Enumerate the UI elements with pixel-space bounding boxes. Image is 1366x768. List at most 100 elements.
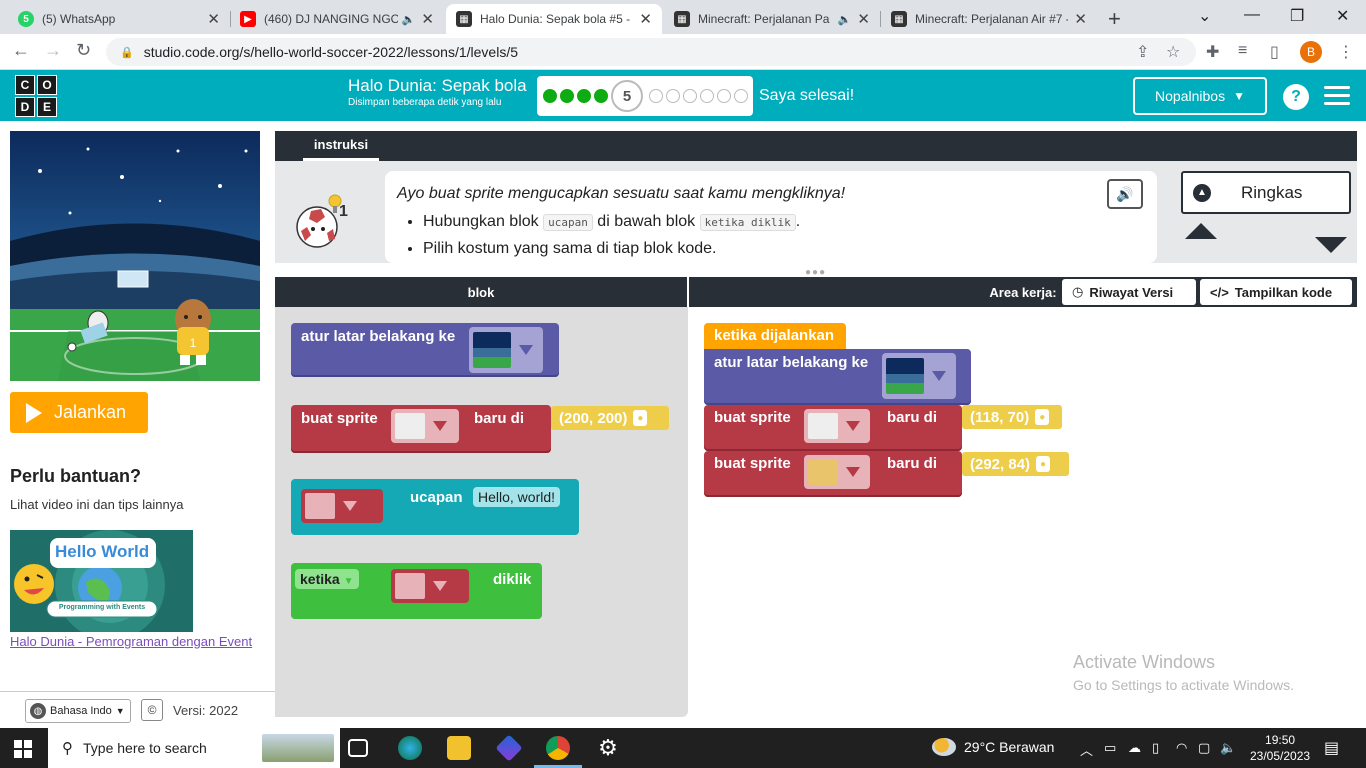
network-icon[interactable]: ▭ [1104, 740, 1116, 756]
side-panel-icon[interactable]: ▯ [1270, 42, 1279, 62]
level-dot-incomplete[interactable] [717, 89, 731, 103]
share-icon[interactable]: ⇪ [1136, 42, 1149, 62]
toolbox-block-set-background[interactable]: atur latar belakang ke [291, 323, 559, 377]
level-dot-complete[interactable] [543, 89, 557, 103]
chrome-icon[interactable] [546, 736, 570, 760]
copilot-icon[interactable] [495, 734, 523, 762]
user-menu-button[interactable]: Nopalnibos ▼ [1133, 77, 1267, 115]
level-dot-incomplete[interactable] [649, 89, 663, 103]
file-explorer-icon[interactable] [447, 736, 471, 760]
workspace-area[interactable]: ketika dijalankan atur latar belakang ke… [688, 307, 1357, 728]
sprite-dropdown[interactable] [301, 489, 383, 523]
tab-instruksi[interactable]: instruksi [303, 131, 379, 161]
position-field[interactable]: (292, 84) ● [962, 452, 1069, 476]
codeorg-logo[interactable]: C O D E [15, 75, 59, 117]
browser-menu-icon[interactable]: ⋮ [1338, 42, 1354, 62]
program-block-make-sprite-bear[interactable]: buat sprite baru di [704, 451, 962, 497]
program-block-make-sprite-zebra[interactable]: buat sprite baru di [704, 405, 962, 451]
location-pin-icon[interactable]: ● [1036, 456, 1051, 472]
speaker-icon[interactable]: 🔈 [402, 13, 416, 26]
close-window-button[interactable]: ✕ [1336, 6, 1349, 26]
browser-tab-halo-dunia[interactable]: ▦ Halo Dunia: Sepak bola #5 - ✕ [446, 4, 662, 34]
event-block-when-run[interactable]: ketika dijalankan [704, 323, 846, 349]
edge-browser-icon[interactable] [398, 736, 422, 760]
browser-tab-minecraft-1[interactable]: ▦ Minecraft: Perjalanan Pa 🔈 ✕ [664, 4, 880, 34]
help-button[interactable]: ? [1283, 84, 1309, 110]
forward-icon[interactable]: → [44, 40, 62, 61]
toolbox-block-when-clicked[interactable]: ketika ▼ diklik [291, 563, 542, 619]
battery-icon[interactable]: ▯ [1152, 740, 1159, 756]
close-tab-icon[interactable]: ✕ [1074, 10, 1087, 28]
background-dropdown[interactable] [882, 353, 956, 399]
wifi-icon[interactable]: ◠ [1176, 740, 1187, 756]
costume-dropdown[interactable] [804, 409, 870, 443]
costume-dropdown[interactable] [804, 455, 870, 489]
address-bar[interactable]: 🔒 studio.code.org/s/hello-world-soccer-2… [106, 38, 1196, 66]
language-select[interactable]: ◍ Bahasa Indo ▼ [25, 699, 131, 723]
hamburger-menu-icon[interactable] [1324, 86, 1350, 106]
restore-button[interactable]: ❐ [1290, 6, 1304, 26]
volume-icon[interactable]: 🔈 [1220, 740, 1236, 756]
onedrive-icon[interactable]: ☁ [1128, 740, 1141, 756]
level-dot-incomplete[interactable] [683, 89, 697, 103]
new-tab-button[interactable]: + [1108, 6, 1121, 32]
help-video-thumbnail[interactable]: Hello World Programming with Events [10, 530, 193, 632]
browser-tab-whatsapp[interactable]: 5 (5) WhatsApp ✕ [8, 4, 230, 34]
position-field[interactable]: (200, 200) ● [551, 406, 669, 430]
minimize-button[interactable]: — [1244, 6, 1260, 24]
scroll-up-icon[interactable] [1185, 223, 1217, 239]
profile-avatar[interactable]: B [1300, 41, 1322, 63]
say-text-field[interactable]: Hello, world! [473, 487, 561, 507]
version-history-button[interactable]: ◷ Riwayat Versi [1062, 279, 1196, 305]
video-link[interactable]: Halo Dunia - Pemrograman dengan Event [10, 633, 260, 651]
toolbox-block-say[interactable]: ucapan Hello, world! [291, 479, 579, 535]
browser-tab-minecraft-2[interactable]: ▦ Minecraft: Perjalanan Air #7 - ✕ [881, 4, 1097, 34]
position-field[interactable]: (118, 70) ● [962, 405, 1062, 429]
collapse-instructions-button[interactable]: ▲ Ringkas [1181, 171, 1351, 214]
program-block-set-background[interactable]: atur latar belakang ke [704, 349, 971, 405]
toolbox-block-make-sprite[interactable]: buat sprite baru di [291, 405, 551, 453]
notifications-icon[interactable]: ▤ [1324, 738, 1339, 758]
windows-start-icon[interactable] [14, 740, 32, 758]
level-dot-incomplete[interactable] [734, 89, 748, 103]
reload-icon[interactable]: ↻ [76, 40, 91, 61]
close-tab-icon[interactable]: ✕ [207, 10, 220, 28]
weather-widget[interactable]: 29°C Berawan [932, 738, 1054, 756]
close-tab-icon[interactable]: ✕ [421, 10, 434, 28]
close-tab-icon[interactable]: ✕ [857, 10, 870, 28]
level-dot-incomplete[interactable] [700, 89, 714, 103]
level-dot-complete[interactable] [577, 89, 591, 103]
location-pin-icon[interactable]: ● [1035, 409, 1050, 425]
browser-tab-youtube[interactable]: ▶ (460) DJ NANGING NGO 🔈 ✕ [230, 4, 444, 34]
level-dot-complete[interactable] [560, 89, 574, 103]
text-to-speech-icon[interactable]: 🔊 [1107, 179, 1143, 209]
costume-dropdown[interactable] [391, 409, 459, 443]
sprite-dropdown[interactable] [391, 569, 469, 603]
settings-gear-icon[interactable]: ⚙ [596, 736, 620, 760]
task-view-icon[interactable] [348, 739, 368, 757]
bookmark-star-icon[interactable]: ☆ [1166, 42, 1180, 62]
lesson-title[interactable]: Halo Dunia: Sepak bola [348, 76, 527, 96]
tab-search-icon[interactable]: ⌄ [1198, 6, 1211, 26]
show-code-button[interactable]: </> Tampilkan kode [1200, 279, 1352, 305]
level-dot-complete[interactable] [594, 89, 608, 103]
show-hidden-icons[interactable]: ︿ [1080, 740, 1093, 759]
back-icon[interactable]: ← [12, 40, 30, 61]
event-dropdown[interactable]: ketika ▼ [295, 569, 359, 589]
finish-link[interactable]: Saya selesai! [759, 87, 854, 105]
taskbar-search[interactable]: ⚲ Type here to search [48, 728, 340, 768]
level-dot-incomplete[interactable] [666, 89, 680, 103]
run-button[interactable]: Jalankan [10, 392, 148, 433]
copyright-button[interactable]: © [141, 699, 163, 721]
location-pin-icon[interactable]: ● [633, 410, 648, 426]
game-stage[interactable]: 1 [10, 131, 260, 381]
display-icon[interactable]: ▢ [1198, 740, 1210, 756]
level-dot-current[interactable]: 5 [611, 80, 643, 112]
scroll-down-icon[interactable] [1315, 237, 1347, 253]
media-control-icon[interactable]: ≡ [1238, 42, 1247, 60]
close-tab-icon[interactable]: ✕ [639, 10, 652, 28]
speaker-icon[interactable]: 🔈 [838, 13, 852, 26]
extensions-icon[interactable]: ✚ [1206, 42, 1219, 62]
system-clock[interactable]: 19:50 23/05/2023 [1250, 732, 1310, 764]
background-dropdown[interactable] [469, 327, 543, 373]
